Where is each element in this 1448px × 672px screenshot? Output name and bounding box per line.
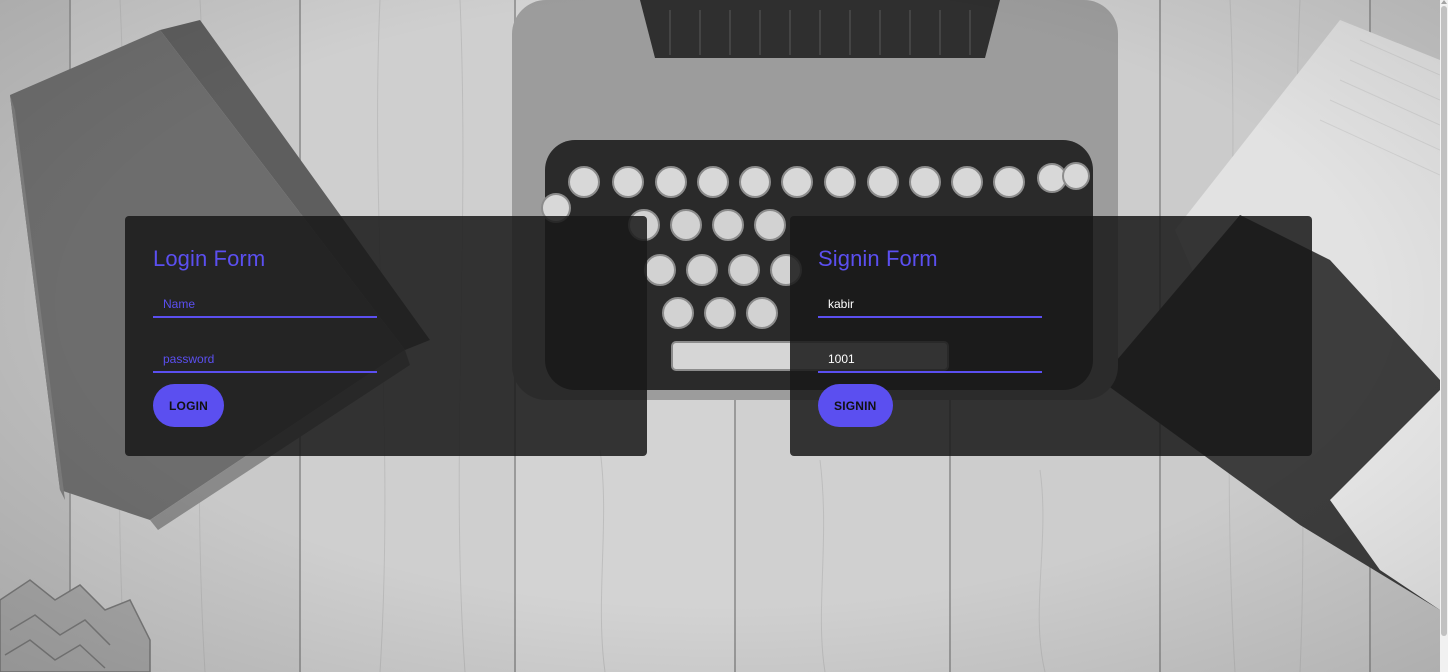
login-name-field — [153, 292, 377, 318]
login-password-input[interactable] — [153, 347, 377, 371]
signin-name-input[interactable] — [818, 292, 1042, 316]
signin-password-field — [818, 347, 1042, 373]
page-scrollbar[interactable] — [1440, 0, 1448, 672]
scrollbar-thumb[interactable] — [1441, 6, 1447, 636]
login-button[interactable]: LOGIN — [153, 384, 224, 427]
login-password-field — [153, 347, 377, 373]
page: Login Form LOGIN Signin Form SIGNIN — [0, 0, 1448, 672]
login-form-title: Login Form — [153, 246, 266, 271]
login-name-input[interactable] — [153, 292, 377, 316]
signin-password-input[interactable] — [818, 347, 1042, 371]
login-form: Login Form LOGIN — [125, 216, 647, 456]
signin-form-title: Signin Form — [818, 246, 938, 271]
signin-name-field — [818, 292, 1042, 318]
signin-button[interactable]: SIGNIN — [818, 384, 893, 427]
scroll-up-arrow-icon[interactable] — [1441, 0, 1447, 4]
signin-form: Signin Form SIGNIN — [790, 216, 1312, 456]
